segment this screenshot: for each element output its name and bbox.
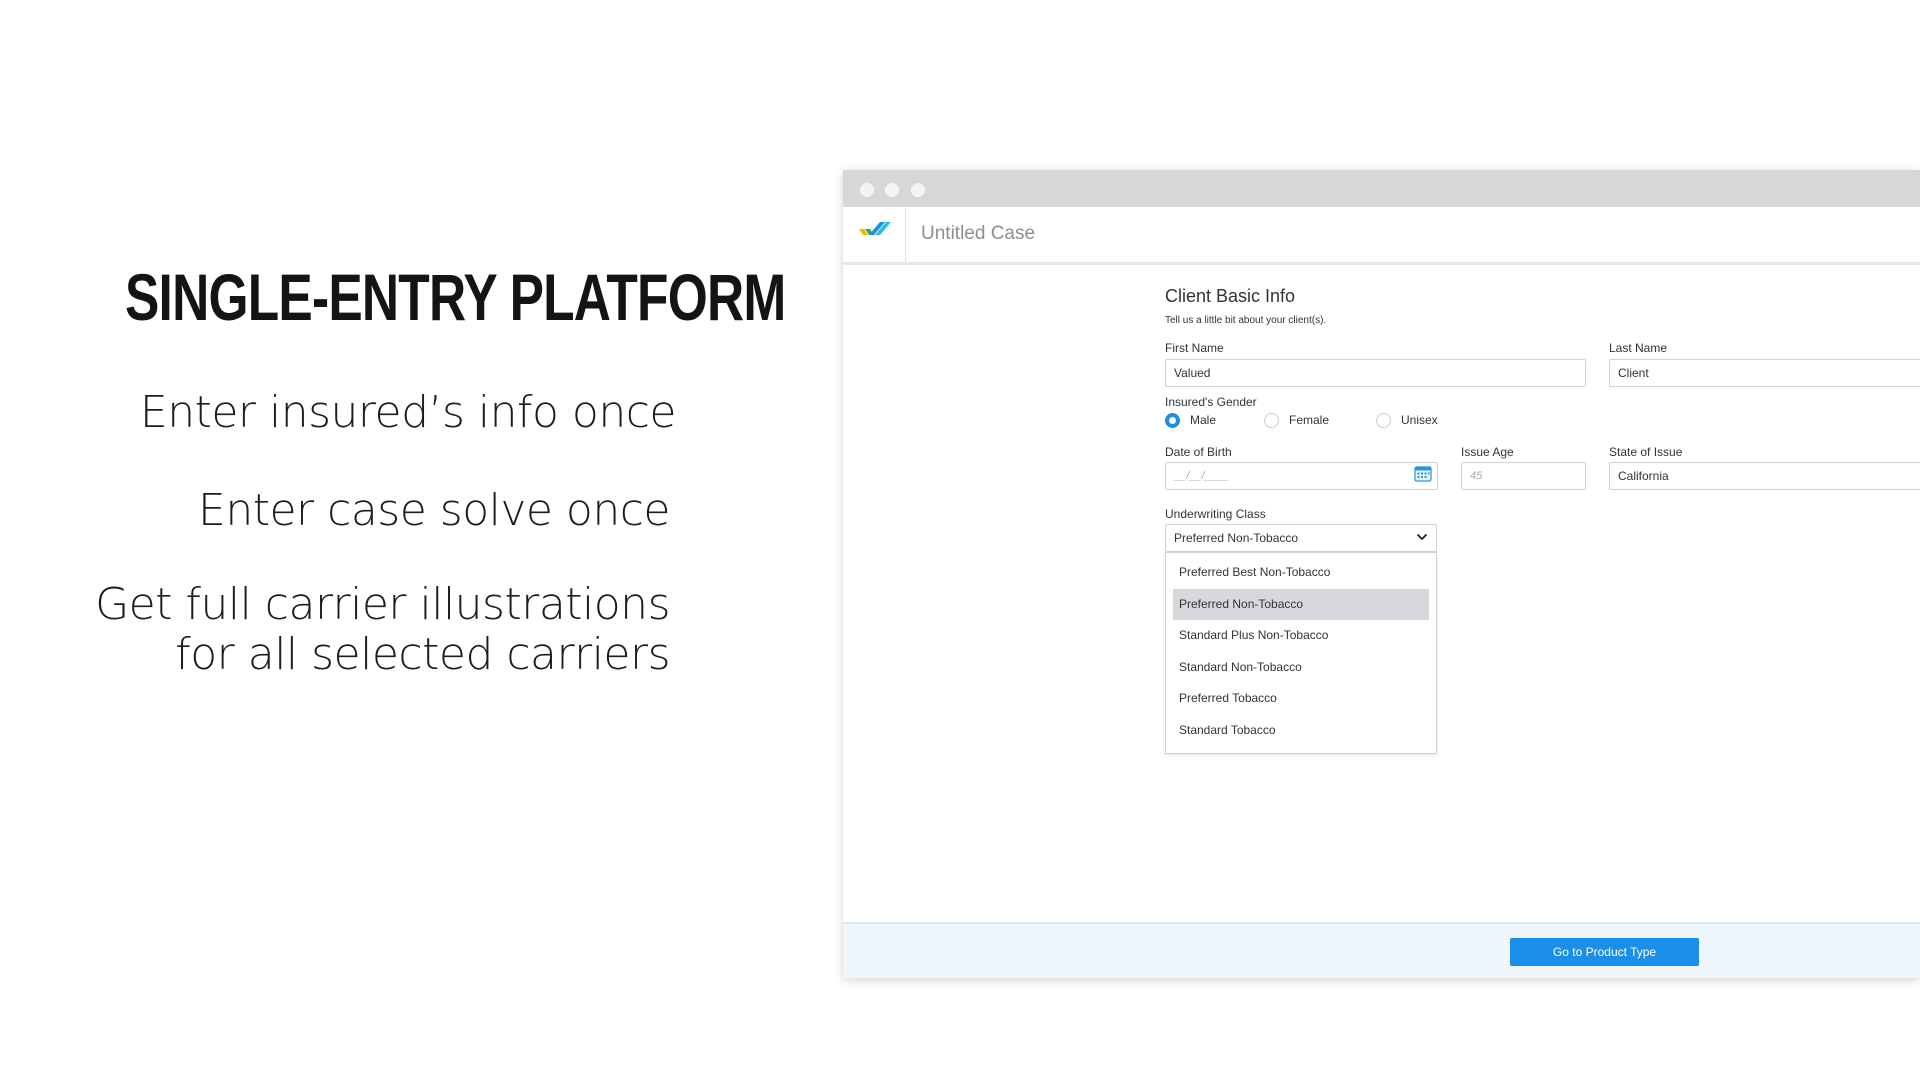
dob-label: Date of Birth: [1165, 445, 1232, 459]
issue-age-field[interactable]: 45: [1461, 462, 1586, 490]
slide-bullet-3: Get full carrier illustrations for all s…: [95, 580, 670, 680]
last-name-label: Last Name: [1609, 341, 1668, 355]
issue-age-label: Issue Age: [1461, 445, 1514, 459]
radio-unselected-icon[interactable]: [1376, 412, 1391, 428]
underwriting-value: Preferred Non-Tobacco: [1174, 531, 1299, 545]
dropdown-option-highlighted[interactable]: Preferred Non-Tobacco: [1173, 589, 1429, 620]
dropdown-option[interactable]: Preferred Best Non-Tobacco: [1173, 557, 1429, 588]
app-header: Untitled Case: [843, 207, 1920, 265]
slide-bullet-2: Enter case solve once: [198, 485, 670, 536]
browser-titlebar: [843, 170, 1920, 207]
first-name-label: First Name: [1165, 341, 1224, 355]
gender-option-label: Female: [1289, 413, 1330, 427]
go-to-product-type-button[interactable]: Go to Product Type: [1510, 938, 1699, 966]
form-subtitle: Tell us a little bit about your client(s…: [1165, 315, 1327, 326]
first-name-field[interactable]: Valued: [1165, 359, 1586, 387]
case-title[interactable]: Untitled Case: [921, 223, 1035, 245]
chevron-down-icon[interactable]: [1416, 533, 1428, 541]
last-name-field[interactable]: Client: [1609, 359, 1920, 387]
gender-option-label: Unisex: [1401, 413, 1438, 427]
form-title: Client Basic Info: [1165, 286, 1296, 306]
dropdown-option[interactable]: Preferred Tobacco: [1173, 683, 1429, 714]
state-label: State of Issue: [1609, 445, 1683, 459]
gender-option-male[interactable]: Male: [1165, 411, 1216, 429]
dob-field[interactable]: __/__/____: [1165, 462, 1438, 490]
gender-option-female[interactable]: Female: [1264, 411, 1329, 429]
check-stripes-logo-icon[interactable]: [857, 219, 893, 243]
underwriting-select[interactable]: Preferred Non-Tobacco: [1165, 524, 1437, 552]
form-footer: Go to Product Type: [843, 922, 1920, 978]
dropdown-option[interactable]: Standard Plus Non-Tobacco: [1173, 620, 1429, 651]
dropdown-option[interactable]: Standard Tobacco: [1173, 715, 1429, 746]
underwriting-dropdown: Preferred Best Non-Tobacco Preferred Non…: [1165, 552, 1437, 754]
slide-bullet-3-line-1: Get full carrier illustrations: [95, 579, 670, 630]
slide-headline: SINGLE-ENTRY PLATFORM: [125, 260, 786, 334]
calendar-icon[interactable]: [1414, 464, 1432, 482]
gender-option-label: Male: [1190, 413, 1217, 427]
slide-bullet-3-line-2: for all selected carriers: [175, 629, 670, 680]
underwriting-label: Underwriting Class: [1165, 507, 1266, 521]
window-dot-icon[interactable]: [860, 183, 874, 197]
window-dot-icon[interactable]: [885, 183, 899, 197]
browser-window: Untitled Case Client Basic Info Tell us …: [843, 170, 1920, 978]
window-dot-icon[interactable]: [911, 183, 925, 197]
state-select[interactable]: California: [1609, 462, 1920, 490]
slide-bullet-1: Enter insured’s info once: [139, 387, 677, 438]
radio-selected-icon[interactable]: [1165, 412, 1180, 428]
radio-unselected-icon[interactable]: [1264, 412, 1279, 428]
header-divider: [905, 207, 906, 262]
gender-label: Insured's Gender: [1165, 395, 1257, 409]
dropdown-option[interactable]: Standard Non-Tobacco: [1173, 652, 1429, 683]
gender-option-unisex[interactable]: Unisex: [1376, 411, 1438, 429]
